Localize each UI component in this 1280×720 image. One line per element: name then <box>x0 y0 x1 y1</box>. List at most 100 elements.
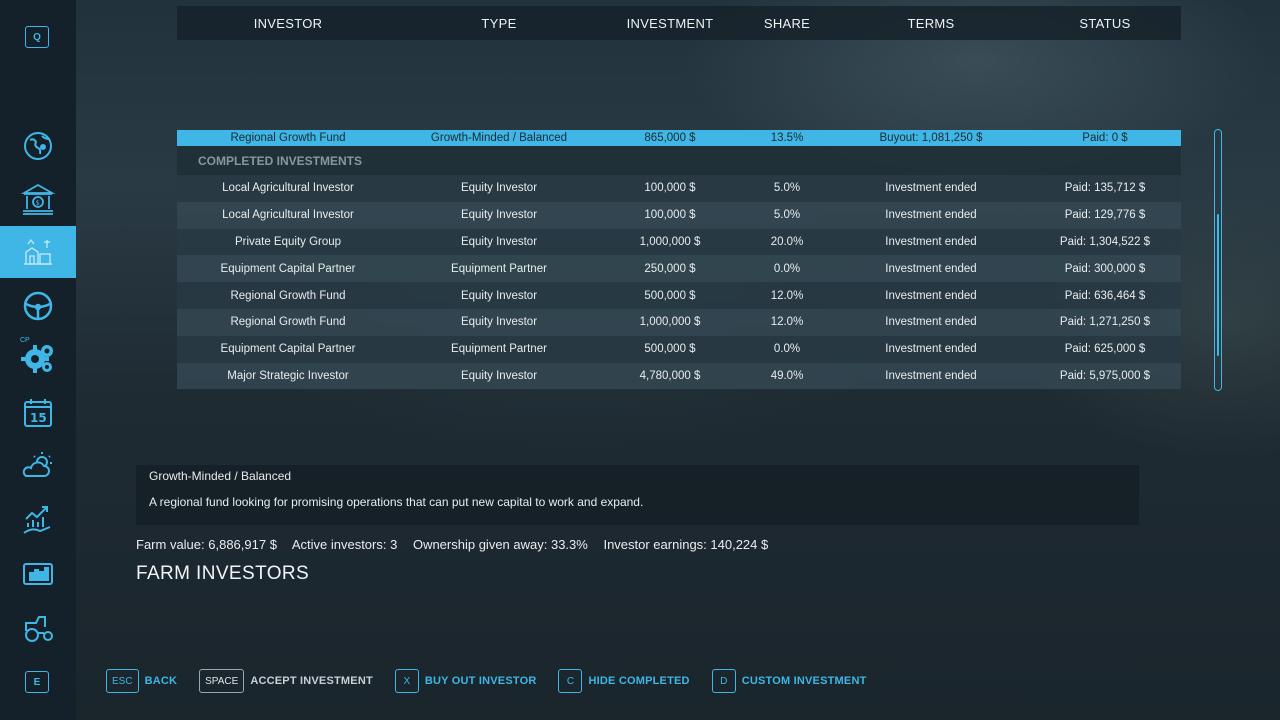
buy-out-investor-button[interactable]: X BUY OUT INVESTOR <box>394 669 537 693</box>
sidebar-item-finances[interactable]: $ <box>0 173 76 225</box>
sidebar-item-statistics[interactable] <box>0 548 76 600</box>
scrollbar-thumb[interactable] <box>1217 214 1219 356</box>
cell-investment: 100,000 $ <box>644 182 696 195</box>
cell-share: 13.5% <box>770 132 804 144</box>
table-row[interactable]: Equipment Capital Partner Equipment Partn… <box>177 335 1181 363</box>
cell-status: Paid: 5,975,000 $ <box>1059 369 1151 382</box>
cell-status: Paid: 625,000 $ <box>1064 343 1146 356</box>
sidebar-item-investors[interactable] <box>0 226 76 278</box>
sidebar-item-calendar[interactable]: 15 <box>0 387 76 439</box>
cell-investor: Regional Growth Fund <box>230 316 346 329</box>
cell-type: Equity Investor <box>460 369 538 382</box>
farm-stats: Farm value: 6,886,917 $ Active investors… <box>136 537 780 552</box>
cell-terms: Investment ended <box>885 262 977 275</box>
cell-share: 5.0% <box>773 209 801 222</box>
cell-terms: Investment ended <box>885 235 977 248</box>
cell-type: Equity Investor <box>460 182 538 195</box>
cell-status: Paid: 300,000 $ <box>1064 262 1146 275</box>
cell-share: 0.0% <box>773 343 801 356</box>
cell-type: Growth-Minded / Balanced <box>430 132 568 144</box>
cell-investment: 4,780,000 $ <box>639 369 701 382</box>
sidebar-item-settings[interactable] <box>0 332 76 384</box>
calendar-icon: 15 <box>24 399 52 427</box>
description-title: Growth-Minded / Balanced <box>149 469 292 483</box>
cell-type: Equipment Partner <box>451 262 547 275</box>
cell-status: Paid: 1,304,522 $ <box>1059 235 1151 248</box>
column-header-terms[interactable]: TERMS <box>833 16 1029 31</box>
column-header-investment[interactable]: INVESTMENT <box>599 16 741 31</box>
table-header: INVESTOR TYPE INVESTMENT SHARE TERMS STA… <box>177 6 1181 40</box>
hide-completed-button[interactable]: C HIDE COMPLETED <box>558 669 689 693</box>
cell-investor: Private Equity Group <box>234 235 342 248</box>
sidebar-item-weather[interactable] <box>0 440 76 492</box>
weather-icon <box>22 452 52 477</box>
cell-status: Paid: 135,712 $ <box>1064 182 1146 195</box>
globe-map-icon <box>24 132 52 160</box>
cell-investor: Equipment Capital Partner <box>220 343 356 356</box>
cell-terms: Investment ended <box>885 369 977 382</box>
column-header-investor[interactable]: INVESTOR <box>177 16 399 31</box>
cell-type: Equipment Partner <box>451 343 547 356</box>
table-row[interactable]: Equipment Capital Partner Equipment Partn… <box>177 255 1181 283</box>
farm-value: Farm value: 6,886,917 $ <box>136 537 277 552</box>
cell-share: 20.0% <box>770 235 804 248</box>
cell-investment: 865,000 $ <box>644 132 696 144</box>
accept-investment-button[interactable]: SPACE ACCEPT INVESTMENT <box>199 669 373 693</box>
column-header-type[interactable]: TYPE <box>399 16 599 31</box>
prev-tab-key-hint[interactable]: Q <box>25 26 49 48</box>
cell-status: Paid: 1,271,250 $ <box>1059 316 1151 329</box>
column-header-share[interactable]: SHARE <box>741 16 833 31</box>
table-row[interactable]: Regional Growth Fund Equity Investor 1,000… <box>177 308 1181 336</box>
growth-chart-icon <box>23 506 51 534</box>
buy-out-investor-label: BUY OUT INVESTOR <box>424 675 537 687</box>
cell-investment: 500,000 $ <box>644 289 696 302</box>
table-row[interactable]: Local Agricultural Investor Equity Invest… <box>177 175 1181 202</box>
page-title: FARM INVESTORS <box>136 563 310 584</box>
cell-terms: Buyout: 1,081,250 $ <box>879 132 983 144</box>
x-key-hint: X <box>394 669 419 693</box>
cell-share: 12.0% <box>770 289 804 302</box>
cell-type: Equity Investor <box>460 209 538 222</box>
cell-terms: Investment ended <box>885 182 977 195</box>
d-key-hint: D <box>711 669 736 693</box>
table-row[interactable]: Regional Growth Fund Equity Investor 500,0… <box>177 282 1181 309</box>
sidebar-item-map[interactable] <box>0 120 76 172</box>
investor-earnings: Investor earnings: 140,224 $ <box>603 537 769 552</box>
svg-text:$: $ <box>36 199 40 207</box>
cell-investor: Local Agricultural Investor <box>222 209 354 222</box>
sidebar-item-vehicles[interactable] <box>0 280 76 332</box>
table-row[interactable]: Private Equity Group Equity Investor 1,000… <box>177 228 1181 256</box>
cell-share: 49.0% <box>770 369 804 382</box>
cell-investment: 100,000 $ <box>644 209 696 222</box>
tractor-icon <box>25 616 53 642</box>
table-row[interactable]: Local Agricultural Investor Equity Invest… <box>177 201 1181 229</box>
c-key-hint: C <box>558 669 583 693</box>
cell-investor: Regional Growth Fund <box>230 132 346 144</box>
back-button[interactable]: ESC BACK <box>106 669 177 693</box>
steering-wheel-icon <box>23 291 53 321</box>
cell-investment: 250,000 $ <box>644 262 696 275</box>
gear-settings-icon <box>21 345 53 373</box>
table-scrollbar[interactable] <box>1214 129 1222 391</box>
farm-investors-icon <box>24 238 52 265</box>
space-key-hint: SPACE <box>199 669 245 693</box>
active-investors: Active investors: 3 <box>291 537 398 552</box>
description-text: A regional fund looking for promising op… <box>149 495 644 509</box>
table-row-selected[interactable]: Regional Growth Fund Growth-Minded / Bal… <box>177 130 1181 146</box>
cell-share: 0.0% <box>773 262 801 275</box>
table-row[interactable]: Major Strategic Investor Equity Investor 4… <box>177 362 1181 390</box>
next-tab-key-hint[interactable]: E <box>25 671 49 693</box>
sidebar: Q $ CP 15 E <box>0 0 76 720</box>
accept-investment-label: ACCEPT INVESTMENT <box>250 675 373 687</box>
action-bar: ESC BACK SPACE ACCEPT INVESTMENT X BUY O… <box>106 668 889 694</box>
sidebar-item-vehicles-overview[interactable] <box>0 601 76 653</box>
cell-status: Paid: 129,776 $ <box>1064 209 1146 222</box>
investor-description-panel: Growth-Minded / Balanced A regional fund… <box>136 465 1139 525</box>
cell-investment: 1,000,000 $ <box>639 316 701 329</box>
back-label: BACK <box>144 675 178 687</box>
cell-type: Equity Investor <box>460 289 538 302</box>
sidebar-item-prices[interactable] <box>0 493 76 545</box>
custom-investment-button[interactable]: D CUSTOM INVESTMENT <box>711 669 867 693</box>
cell-investment: 500,000 $ <box>644 343 696 356</box>
column-header-status[interactable]: STATUS <box>1029 16 1181 31</box>
